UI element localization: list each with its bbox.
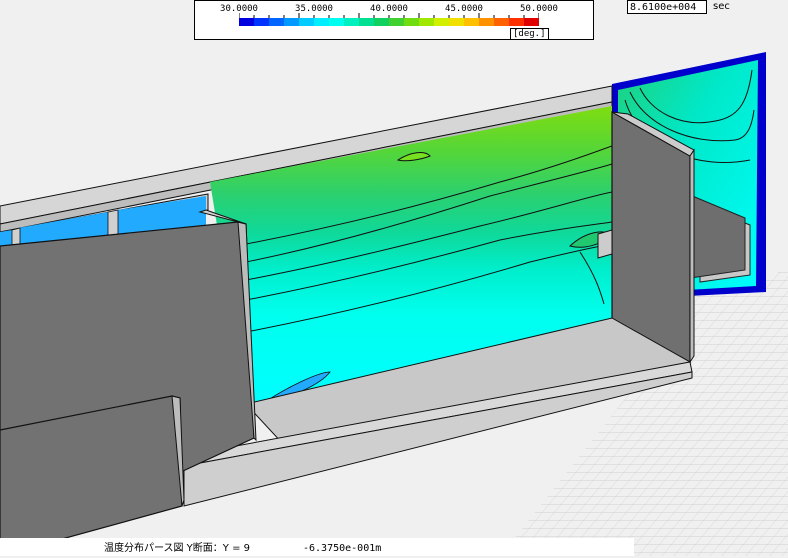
legend-swatch: [464, 18, 479, 26]
legend-swatch: [359, 18, 374, 26]
legend-swatch: [299, 18, 314, 26]
legend-swatch: [254, 18, 269, 26]
legend-swatch: [419, 18, 434, 26]
status-text: 温度分布パース図 Y断面：Y = 9: [104, 543, 250, 554]
legend-color-strip: [239, 18, 539, 26]
time-value-field[interactable]: 8.6100e+004: [627, 0, 707, 14]
legend-swatch: [524, 18, 539, 26]
legend-swatch: [509, 18, 524, 26]
legend-swatch: [269, 18, 284, 26]
legend-swatch: [344, 18, 359, 26]
status-bar: 温度分布パース図 Y断面：Y = 9 -6.3750e-001m: [0, 538, 634, 556]
legend-swatch: [239, 18, 254, 26]
legend-swatch: [329, 18, 344, 26]
legend-swatch: [449, 18, 464, 26]
status-coordinate: -6.3750e-001m: [303, 543, 382, 554]
3d-viewport[interactable]: [0, 0, 788, 556]
time-unit-label: sec: [713, 1, 730, 12]
legend-unit: [deg.]: [510, 28, 549, 40]
legend-swatch: [434, 18, 449, 26]
color-legend: 30.0000 35.0000 40.0000 45.0000 50.0000 …: [194, 0, 594, 40]
legend-swatch: [494, 18, 509, 26]
legend-swatch: [479, 18, 494, 26]
legend-swatch: [389, 18, 404, 26]
legend-swatch: [284, 18, 299, 26]
legend-swatch: [314, 18, 329, 26]
legend-swatch: [404, 18, 419, 26]
legend-swatch: [374, 18, 389, 26]
